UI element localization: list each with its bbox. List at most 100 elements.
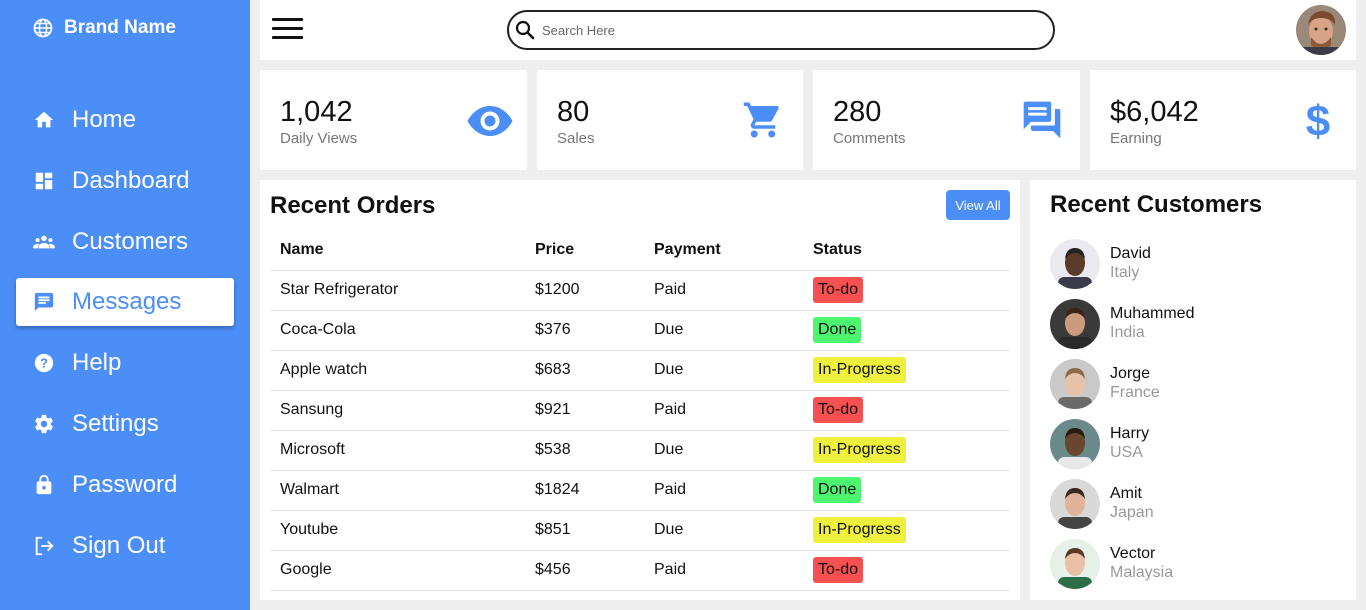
svg-text:$: $ <box>1306 98 1330 142</box>
dollar-icon: $ <box>1303 98 1333 142</box>
nav-label: Messages <box>72 288 182 315</box>
people-icon <box>33 231 55 253</box>
status-badge: Done <box>813 477 862 503</box>
cell-payment: Paid <box>644 270 803 311</box>
cell-name: Youtube <box>270 510 525 551</box>
card-label: Sales <box>557 130 595 147</box>
svg-text:?: ? <box>40 356 48 371</box>
column-header-name[interactable]: Name <box>270 230 525 271</box>
customer-avatar <box>1050 539 1100 589</box>
card-value: $6,042 <box>1110 96 1199 128</box>
customer-item[interactable]: Muhammed India <box>1050 299 1340 349</box>
cell-price: $851 <box>525 510 644 551</box>
table-header-row: Name Price Payment Status <box>270 230 1010 271</box>
user-avatar[interactable] <box>1296 5 1346 55</box>
status-badge: To-do <box>813 397 864 423</box>
card-daily-views[interactable]: 1,042 Daily Views <box>260 70 527 170</box>
card-label: Earning <box>1110 130 1162 147</box>
table-row[interactable]: Star Refrigerator $1200 Paid To-do <box>270 270 1010 311</box>
customer-item[interactable]: Amit Japan <box>1050 479 1340 529</box>
table-row[interactable]: Sansung $921 Paid To-do <box>270 390 1010 431</box>
cell-price: $1200 <box>525 270 644 311</box>
nav-item-help[interactable]: ? Help <box>16 339 234 387</box>
nav-item-password[interactable]: Password <box>16 461 234 509</box>
customer-country: Japan <box>1110 504 1154 521</box>
cell-status: In-Progress <box>803 430 1010 471</box>
topbar <box>260 0 1356 60</box>
cell-payment: Due <box>644 350 803 391</box>
card-sales[interactable]: 80 Sales <box>537 70 803 170</box>
gear-icon <box>33 413 55 435</box>
orders-title: Recent Orders <box>270 192 436 219</box>
cell-name: Apple watch <box>270 350 525 391</box>
customer-item[interactable]: David Italy <box>1050 239 1340 289</box>
search-input[interactable] <box>542 22 1022 38</box>
help-icon: ? <box>33 352 55 374</box>
cell-name: Google <box>270 550 525 591</box>
cell-status: In-Progress <box>803 350 1010 391</box>
table-row[interactable]: Microsoft $538 Due In-Progress <box>270 430 1010 471</box>
nav-item-dashboard[interactable]: Dashboard <box>16 157 234 205</box>
column-header-price[interactable]: Price <box>525 230 644 271</box>
recent-orders-panel: Recent Orders View All Name Price Paymen… <box>260 180 1020 600</box>
customer-name: Harry <box>1110 425 1150 442</box>
menu-toggle-icon[interactable] <box>272 18 303 42</box>
cell-status: In-Progress <box>803 510 1010 551</box>
cell-payment: Paid <box>644 470 803 511</box>
table-row[interactable]: Walmart $1824 Paid Done <box>270 470 1010 511</box>
cell-name: Coca-Cola <box>270 310 525 351</box>
table-row[interactable]: Youtube $851 Due In-Progress <box>270 510 1010 551</box>
nav-label: Help <box>72 349 122 376</box>
nav-label: Sign Out <box>72 532 166 559</box>
customer-country: Malaysia <box>1110 564 1174 581</box>
customer-country: India <box>1110 324 1145 341</box>
cart-icon <box>742 98 784 142</box>
table-row[interactable]: Apple watch $683 Due In-Progress <box>270 350 1010 391</box>
status-badge: In-Progress <box>813 517 906 543</box>
search-icon[interactable] <box>514 19 536 41</box>
table-row[interactable]: Google $456 Paid To-do <box>270 550 1010 591</box>
cell-status: To-do <box>803 390 1010 431</box>
nav-item-messages[interactable]: Messages <box>16 278 234 326</box>
search-bar <box>507 10 1055 50</box>
customer-name: Vector <box>1110 545 1156 562</box>
eye-icon <box>467 105 513 137</box>
nav-item-home[interactable]: Home <box>16 96 234 144</box>
cell-price: $376 <box>525 310 644 351</box>
card-label: Daily Views <box>280 130 358 147</box>
nav-label: Password <box>72 471 178 498</box>
customer-country: France <box>1110 384 1160 401</box>
cell-price: $683 <box>525 350 644 391</box>
customer-name: David <box>1110 245 1151 262</box>
customer-avatar <box>1050 359 1100 409</box>
nav-item-settings[interactable]: Settings <box>16 400 234 448</box>
customer-avatar <box>1050 299 1100 349</box>
customer-item[interactable]: Harry USA <box>1050 419 1340 469</box>
table-row[interactable]: Coca-Cola $376 Due Done <box>270 310 1010 351</box>
sign-out-icon <box>33 535 55 557</box>
brand[interactable]: Brand Name <box>33 16 176 40</box>
cell-status: To-do <box>803 550 1010 591</box>
column-header-payment[interactable]: Payment <box>644 230 803 271</box>
cell-name: Star Refrigerator <box>270 270 525 311</box>
lock-icon <box>33 474 55 496</box>
cell-price: $1824 <box>525 470 644 511</box>
nav-item-customers[interactable]: Customers <box>16 218 234 266</box>
customer-item[interactable]: Vector Malaysia <box>1050 539 1340 589</box>
nav-item-sign-out[interactable]: Sign Out <box>16 522 234 570</box>
customer-avatar <box>1050 239 1100 289</box>
customer-country: Italy <box>1110 264 1140 281</box>
customer-name: Jorge <box>1110 365 1151 382</box>
card-earning[interactable]: $6,042 Earning $ <box>1090 70 1356 170</box>
view-all-button[interactable]: View All <box>946 190 1010 220</box>
card-comments[interactable]: 280 Comments <box>813 70 1080 170</box>
dashboard-icon <box>33 170 55 192</box>
nav-label: Customers <box>72 228 189 255</box>
customer-item[interactable]: Jorge France <box>1050 359 1340 409</box>
recent-customers-panel: Recent Customers David Italy Muhammed India… <box>1030 180 1356 600</box>
cell-payment: Due <box>644 510 803 551</box>
column-header-status[interactable]: Status <box>803 230 1010 271</box>
brand-name: Brand Name <box>64 17 176 38</box>
cell-name: Walmart <box>270 470 525 511</box>
home-icon <box>33 109 55 131</box>
